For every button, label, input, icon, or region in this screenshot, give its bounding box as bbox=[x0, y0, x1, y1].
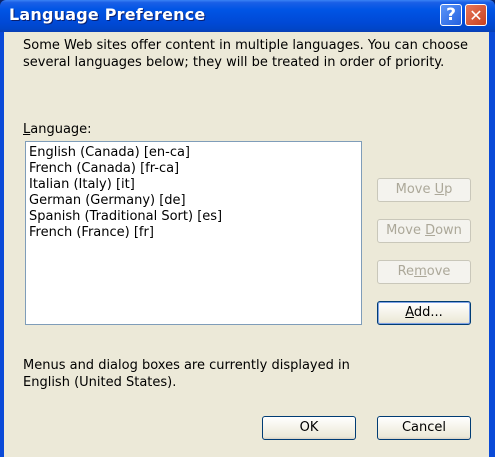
remove-button[interactable]: Remove bbox=[377, 260, 471, 284]
language-list-item[interactable]: Italian (Italy) [it] bbox=[29, 177, 358, 193]
language-preference-dialog: Language Preference ? ✕ Some Web sites o… bbox=[0, 0, 495, 457]
move-down-button[interactable]: Move Down bbox=[377, 219, 471, 243]
language-list-item[interactable]: German (Germany) [de] bbox=[29, 193, 358, 209]
cancel-button[interactable]: Cancel bbox=[377, 416, 471, 440]
ok-button[interactable]: OK bbox=[262, 416, 356, 440]
help-button[interactable]: ? bbox=[440, 4, 462, 26]
help-icon: ? bbox=[446, 5, 456, 25]
language-list-item[interactable]: English (Canada) [en-ca] bbox=[29, 145, 358, 161]
window-title: Language Preference bbox=[9, 5, 206, 24]
add-button[interactable]: Add... bbox=[377, 301, 471, 325]
language-list-item[interactable]: Spanish (Traditional Sort) [es] bbox=[29, 209, 358, 225]
language-listbox[interactable]: English (Canada) [en-ca] French (Canada) … bbox=[25, 141, 362, 325]
close-icon: ✕ bbox=[469, 6, 483, 25]
language-label: Language: bbox=[23, 122, 92, 137]
window-frame-right bbox=[489, 32, 495, 457]
language-list-item[interactable]: French (France) [fr] bbox=[29, 225, 358, 241]
title-bar[interactable]: Language Preference ? ✕ bbox=[0, 0, 495, 32]
move-up-button[interactable]: Move Up bbox=[377, 178, 471, 202]
display-language-note: Menus and dialog boxes are currently dis… bbox=[23, 358, 350, 390]
language-list-item[interactable]: French (Canada) [fr-ca] bbox=[29, 161, 358, 177]
intro-text: Some Web sites offer content in multiple… bbox=[23, 38, 469, 70]
close-button[interactable]: ✕ bbox=[465, 4, 487, 26]
